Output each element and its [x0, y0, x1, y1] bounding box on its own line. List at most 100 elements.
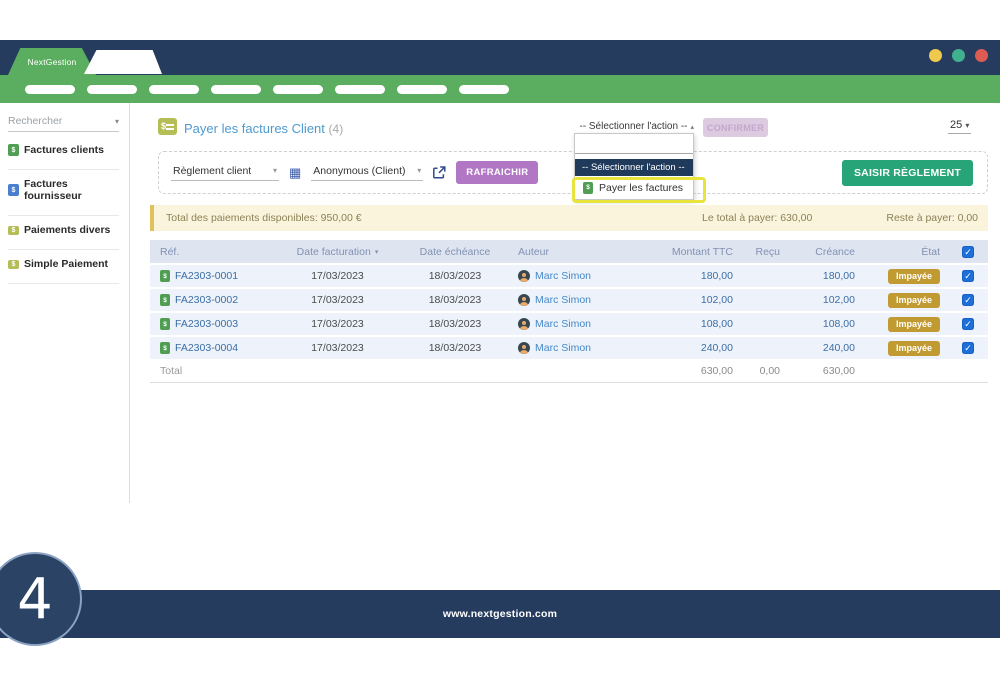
- author-cell: Marc Simon: [510, 265, 650, 287]
- row-checkbox[interactable]: [962, 270, 974, 282]
- close-dot-icon[interactable]: [975, 49, 988, 62]
- date-echeance-cell: 18/03/2023: [400, 337, 510, 359]
- invoice-ref-link[interactable]: FA2303-0004: [175, 342, 238, 354]
- payments-summary-bar: Total des paiements disponibles: 950,00 …: [150, 205, 988, 231]
- invoice-icon: [160, 318, 170, 330]
- author-cell: Marc Simon: [510, 337, 650, 359]
- invoice-row: FA2303-0003 17/03/2023 18/03/2023 Marc S…: [150, 313, 988, 335]
- invoice-row: FA2303-0002 17/03/2023 18/03/2023 Marc S…: [150, 289, 988, 311]
- author-link[interactable]: Marc Simon: [535, 342, 591, 354]
- ref-cell: FA2303-0001: [150, 265, 275, 287]
- sidebar-section-title[interactable]: Paiements divers: [8, 224, 119, 236]
- chevron-down-icon: ▾: [965, 121, 969, 130]
- nav-pill[interactable]: [397, 85, 447, 94]
- nav-pill[interactable]: [87, 85, 137, 94]
- sort-desc-icon: ▾: [375, 248, 379, 256]
- menu-item-selected[interactable]: -- Sélectionner l'action --: [575, 159, 693, 176]
- maximize-dot-icon[interactable]: [952, 49, 965, 62]
- sidebar-section-label: Paiements divers: [24, 224, 110, 236]
- dropdown-search-input[interactable]: [575, 134, 693, 154]
- sidebar-section-title[interactable]: Factures clients: [8, 144, 119, 156]
- search-placeholder: Rechercher: [8, 115, 62, 127]
- chevron-down-icon: ▾: [115, 117, 119, 126]
- section-icon: [8, 226, 19, 235]
- col-header-creance[interactable]: Créance: [780, 240, 855, 263]
- col-header-recu[interactable]: Reçu: [733, 240, 780, 263]
- invoice-row: FA2303-0001 17/03/2023 18/03/2023 Marc S…: [150, 265, 988, 287]
- refresh-button[interactable]: RAFRAICHIR: [456, 161, 538, 184]
- ref-cell: FA2303-0004: [150, 337, 275, 359]
- etat-cell: Impayée: [855, 337, 948, 359]
- col-header-montant[interactable]: Montant TTC: [650, 240, 733, 263]
- payment-type-select[interactable]: Règlement client▾: [171, 165, 279, 181]
- col-header-etat[interactable]: État: [855, 240, 948, 263]
- creance-cell: 180,00: [780, 265, 855, 287]
- chevron-down-icon: ▾: [273, 166, 277, 175]
- author-link[interactable]: Marc Simon: [535, 294, 591, 306]
- total-recu: 0,00: [733, 359, 780, 382]
- available-payments-total: Total des paiements disponibles: 950,00 …: [166, 212, 362, 224]
- menu-item-payer-les-factures[interactable]: Payer les factures: [575, 176, 693, 199]
- status-badge: Impayée: [888, 293, 940, 308]
- chevron-down-icon: ▾: [417, 166, 421, 175]
- invoice-ref-link[interactable]: FA2303-0003: [175, 318, 238, 330]
- nav-pill[interactable]: [211, 85, 261, 94]
- external-link-icon[interactable]: [433, 166, 446, 179]
- row-select-cell: [948, 289, 988, 311]
- select-all-checkbox[interactable]: [962, 246, 974, 258]
- recu-cell: [733, 313, 780, 335]
- date-echeance-cell: 18/03/2023: [400, 289, 510, 311]
- author-link[interactable]: Marc Simon: [535, 318, 591, 330]
- row-checkbox[interactable]: [962, 342, 974, 354]
- record-count: (4): [329, 122, 344, 136]
- row-checkbox[interactable]: [962, 294, 974, 306]
- invoice-ref-link[interactable]: FA2303-0001: [175, 270, 238, 282]
- sidebar-section-label: Factures clients: [24, 144, 104, 156]
- nav-pill[interactable]: [273, 85, 323, 94]
- footer-url: www.nextgestion.com: [443, 608, 557, 620]
- action-select[interactable]: -- Sélectionner l'action --▴: [570, 121, 694, 132]
- row-select-cell: [948, 313, 988, 335]
- search-input[interactable]: Rechercher ▾: [8, 115, 119, 132]
- select-all-cell: [948, 240, 988, 263]
- filters-toolbar: Règlement client▾ ▦ Anonymous (Client)▾ …: [158, 151, 988, 194]
- invoice-ref-link[interactable]: FA2303-0002: [175, 294, 238, 306]
- nav-pill[interactable]: [25, 85, 75, 94]
- confirm-button[interactable]: CONFIRMER: [703, 118, 768, 137]
- invoices-table: Réf. Date facturation▾ Date échéance Aut…: [150, 240, 988, 383]
- invoice-row: FA2303-0004 17/03/2023 18/03/2023 Marc S…: [150, 337, 988, 359]
- ref-cell: FA2303-0003: [150, 313, 275, 335]
- col-header-date-facturation[interactable]: Date facturation▾: [275, 240, 400, 263]
- sidebar-section-title[interactable]: Factures fournisseur: [8, 178, 119, 202]
- page-size-select[interactable]: 25 ▾: [948, 119, 971, 134]
- sidebar-section: Simple Paiement: [8, 250, 119, 284]
- creance-cell: 102,00: [780, 289, 855, 311]
- montant-cell: 240,00: [650, 337, 733, 359]
- author-link[interactable]: Marc Simon: [535, 270, 591, 282]
- sidebar-section: Factures fournisseur: [8, 170, 119, 216]
- recu-cell: [733, 289, 780, 311]
- avatar: [518, 318, 530, 330]
- col-header-date-echeance[interactable]: Date échéance: [400, 240, 510, 263]
- creance-cell: 240,00: [780, 337, 855, 359]
- sidebar-section-title[interactable]: Simple Paiement: [8, 258, 119, 270]
- nav-pill[interactable]: [459, 85, 509, 94]
- client-select[interactable]: Anonymous (Client)▾: [311, 165, 423, 181]
- window-controls: [929, 49, 988, 62]
- row-checkbox[interactable]: [962, 318, 974, 330]
- montant-cell: 108,00: [650, 313, 733, 335]
- nav-pill[interactable]: [149, 85, 199, 94]
- nav-pill[interactable]: [335, 85, 385, 94]
- invoice-icon: [160, 342, 170, 354]
- minimize-dot-icon[interactable]: [929, 49, 942, 62]
- section-icon: [8, 260, 19, 269]
- montant-cell: 102,00: [650, 289, 733, 311]
- col-header-ref[interactable]: Réf.: [150, 240, 275, 263]
- status-badge: Impayée: [888, 317, 940, 332]
- enter-payment-button[interactable]: SAISIR RÈGLEMENT: [842, 160, 973, 186]
- date-facturation-cell: 17/03/2023: [275, 265, 400, 287]
- total-label: Total: [150, 359, 275, 382]
- etat-cell: Impayée: [855, 289, 948, 311]
- recu-cell: [733, 337, 780, 359]
- col-header-auteur[interactable]: Auteur: [510, 240, 650, 263]
